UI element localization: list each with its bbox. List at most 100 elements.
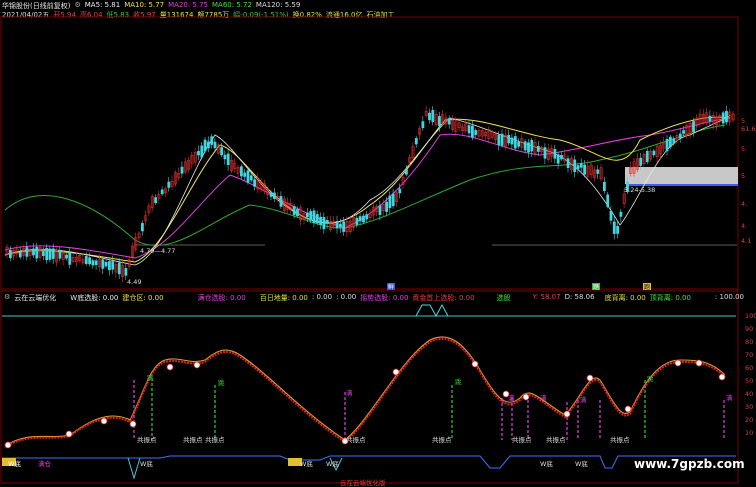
w-bottom-label: W底: [540, 459, 553, 468]
candle-body: [18, 252, 22, 258]
candle-body: [167, 181, 171, 188]
marker-mid-1: 踏: [593, 283, 599, 291]
trend-pick: 摇势选股: 0.00: [360, 294, 409, 302]
candle-body: [437, 116, 441, 127]
signal-common-shake: 共振点: [432, 435, 452, 444]
signal-full-label: 满: [580, 395, 587, 404]
candle-body: [84, 255, 88, 264]
signal-circle: [4, 441, 12, 449]
candle-body: [507, 135, 511, 144]
signal-circle: [695, 359, 703, 367]
candle-body: [616, 226, 620, 234]
candle-body: [619, 211, 623, 217]
candle-body: [9, 249, 12, 259]
candle-body: [358, 216, 362, 222]
bottom-back: 底背离: 0.00: [604, 294, 646, 302]
value-3: : 0.00: [336, 293, 357, 301]
indicator-pane-border: [0, 290, 739, 484]
highlight-box: [625, 167, 738, 184]
candle-body: [25, 247, 29, 257]
candle-body: [312, 210, 316, 224]
candle-body: [111, 261, 115, 270]
candle-body: [388, 195, 392, 209]
candle-body: [421, 121, 425, 129]
signal-circle: [100, 417, 108, 425]
select-label: 选股: [496, 294, 511, 302]
candle-body: [117, 262, 121, 275]
candle-body: [513, 136, 517, 149]
candle-body: [556, 154, 560, 164]
candle-body: [272, 192, 276, 199]
candle-body: [378, 205, 382, 215]
candle-body: [220, 147, 224, 156]
candle-body: [404, 169, 408, 175]
chart-canvas[interactable]: 4.49 4.79—4.77 5.24-5.38 5 61.6 5. 5 4. …: [0, 0, 756, 487]
candle-body: [223, 154, 227, 160]
candle-body: [68, 252, 72, 265]
w-bottom-pick: W底选股: 0.00: [70, 294, 119, 302]
candle-body: [101, 259, 105, 269]
candle-body: [579, 163, 583, 168]
candle-body: [431, 110, 435, 122]
indicator-header: ⚙ 云在云端优化 W底选股: 0.00 建仓区: 0.00 满仓选股: 0.00…: [4, 293, 748, 303]
candle-body: [365, 214, 369, 220]
candle-body: [213, 141, 217, 149]
signal-common-shake: 共振点: [610, 435, 630, 444]
signal-full-label: 满: [726, 393, 733, 402]
candle-body: [645, 150, 649, 163]
candle-body: [602, 181, 606, 191]
candle-body: [391, 193, 395, 207]
signal-circle: [166, 363, 174, 371]
candle-body: [249, 175, 253, 181]
signal-circle: [522, 393, 530, 401]
candle-body: [309, 211, 313, 221]
signal-circle: [502, 390, 510, 398]
bottom-strip-line: [2, 455, 736, 469]
signal-jump-label: 跳: [455, 377, 462, 386]
candle-body: [200, 145, 204, 158]
w-bottom-label: W底: [575, 459, 588, 468]
signal-circle: [718, 373, 726, 381]
watermark: www.7gpzb.com: [634, 457, 745, 471]
candle-body: [322, 217, 326, 230]
oscillator-y-line: [4, 337, 726, 448]
indicator-gear-icon[interactable]: ⚙: [4, 293, 10, 303]
candle-body: [708, 115, 712, 122]
price-axis-label: 4.: [741, 222, 747, 230]
full-position-pick: 满仓选股: 0.00: [197, 294, 246, 302]
osc-axis-label: 10: [745, 429, 753, 437]
candle-body: [678, 133, 682, 139]
price-axis-label: 4.1: [741, 237, 751, 245]
candle-body: [517, 141, 521, 147]
value-2: : 0.00: [311, 293, 333, 301]
ma20-line: [4, 117, 731, 259]
w-bottom-label: W底: [326, 459, 339, 468]
osc-axis-label: 100: [745, 312, 756, 320]
candle-body: [668, 136, 672, 148]
candle-body: [65, 254, 68, 259]
bottom-note: 云在云端优化版: [340, 478, 386, 487]
w-bottom-label: W底: [8, 459, 21, 468]
candle-body: [609, 210, 613, 221]
candle-body: [530, 139, 534, 152]
candle-body: [315, 214, 319, 224]
candle-body: [414, 138, 418, 145]
candle-body: [305, 212, 309, 218]
candle-body: [32, 248, 35, 256]
candle-body: [596, 169, 600, 174]
candle-body: [672, 138, 676, 144]
price-axis-label: 61.6: [741, 125, 755, 133]
candle-body: [447, 118, 451, 125]
indicator-name[interactable]: 云在云端优化: [14, 293, 56, 303]
candle-body: [576, 165, 580, 170]
signal-circle: [341, 437, 349, 445]
candle-body: [606, 194, 610, 207]
candle-body: [296, 208, 299, 217]
signal-circle: [624, 405, 632, 413]
candle-body: [197, 150, 200, 156]
candle-body: [88, 257, 92, 265]
price-annotation-477: 4.79—4.77: [140, 247, 175, 255]
candle-body: [253, 179, 257, 187]
top-back: 顶背离: 0.00: [649, 294, 691, 302]
signal-common-shake: 共振点: [183, 435, 203, 444]
